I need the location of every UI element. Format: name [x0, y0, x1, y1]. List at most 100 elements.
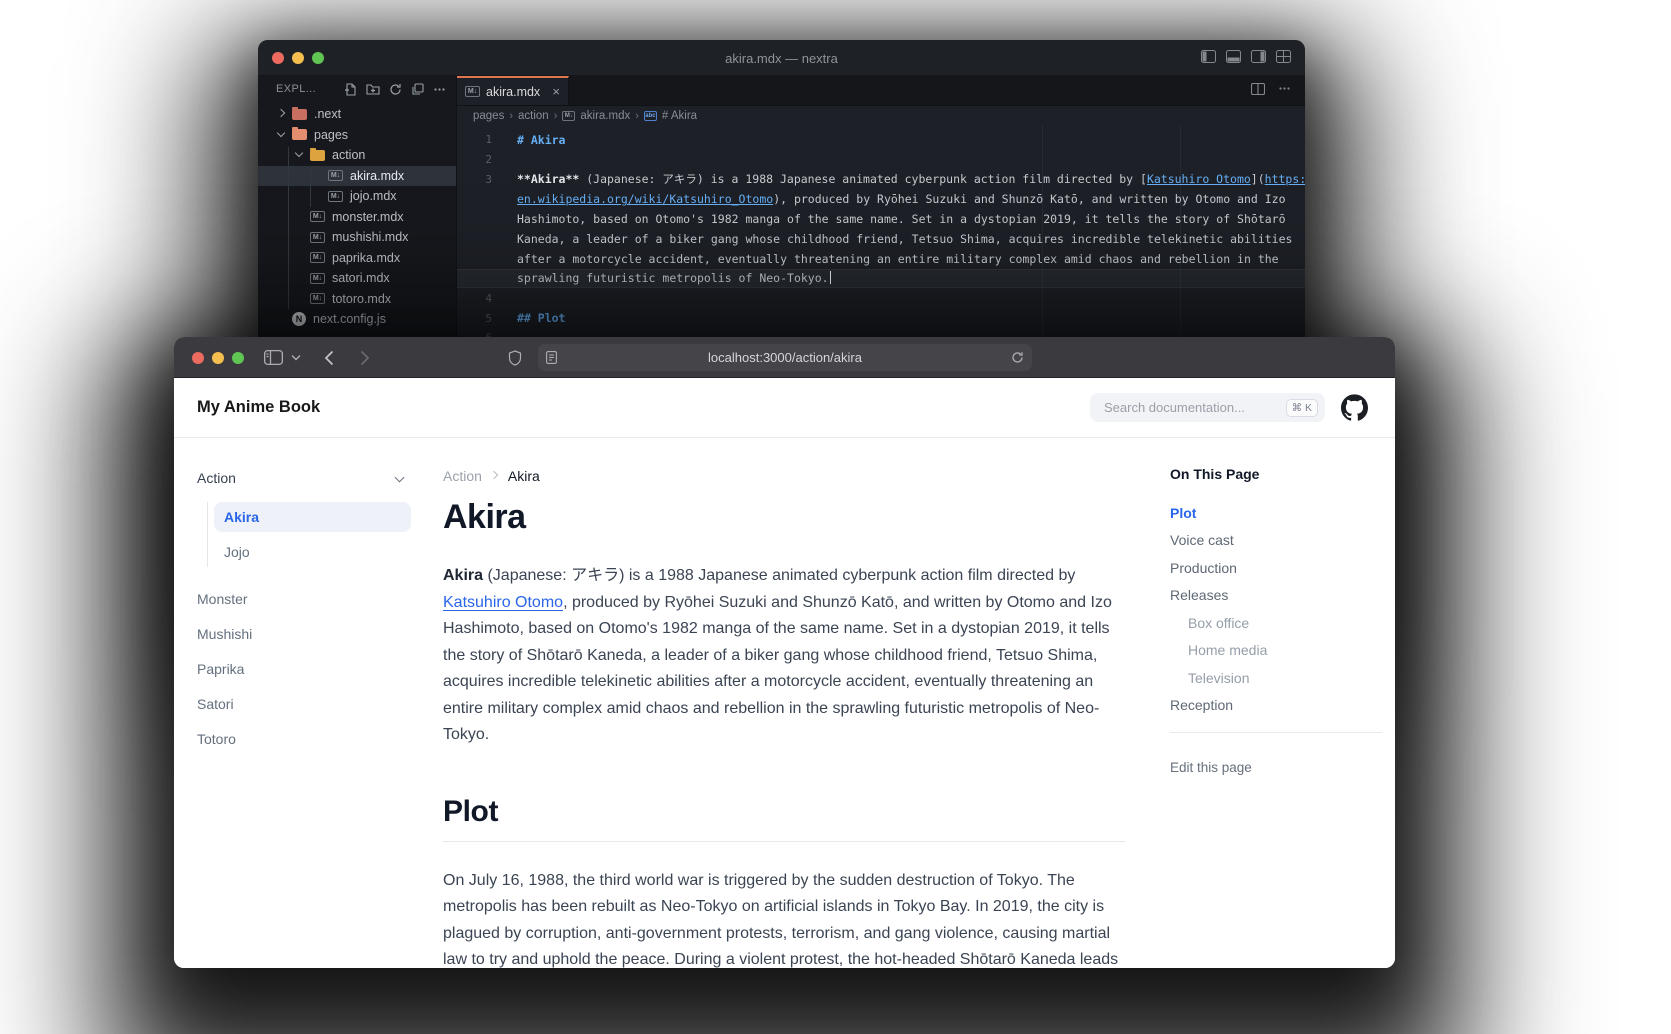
close-tab-icon[interactable]: ×: [552, 85, 560, 98]
sidebar-item-mushishi[interactable]: Mushishi: [197, 616, 411, 651]
search-input[interactable]: [1102, 399, 1286, 416]
toc-item-releases[interactable]: Releases: [1170, 582, 1382, 610]
toc-item-production[interactable]: Production: [1170, 554, 1382, 582]
new-folder-icon[interactable]: [357, 83, 380, 95]
breadcrumb-item-pages[interactable]: pages: [473, 110, 504, 122]
toc-item-box-office[interactable]: Box office: [1170, 609, 1382, 637]
text-cursor: [830, 271, 832, 284]
toc-item-reception[interactable]: Reception: [1170, 692, 1382, 720]
code-line: 5## Plot: [457, 308, 1305, 328]
customize-layout-icon[interactable]: [1276, 50, 1291, 63]
code-segment[interactable]: en.wikipedia.org/wiki/Katsuhiro_Otomo: [517, 192, 773, 206]
chevron-right-icon: [491, 472, 499, 480]
code-text: after a motorcycle accident, eventually …: [517, 252, 1279, 266]
toc-list: PlotVoice castProductionReleasesBox offi…: [1170, 499, 1382, 719]
code-line: sprawling futuristic metropolis of Neo-T…: [457, 269, 1305, 289]
toc-item-television[interactable]: Television: [1170, 664, 1382, 692]
tree-item-pages[interactable]: pages: [258, 125, 456, 146]
code-line: 2: [457, 150, 1305, 170]
toggle-secondary-sidebar-icon[interactable]: [1251, 50, 1266, 63]
browser-toolbar: localhost:3000/action/akira: [174, 337, 1395, 378]
indent-guide: [288, 147, 289, 309]
back-button-icon[interactable]: [324, 337, 334, 378]
toc-item-voice-cast[interactable]: Voice cast: [1170, 527, 1382, 555]
folder-action-icon: [310, 150, 325, 161]
sidebar-item-paprika[interactable]: Paprika: [197, 651, 411, 686]
tree-item-label: jojo.mdx: [350, 189, 397, 203]
code-segment: (Japanese: アキラ) is a 1988 Japanese anima…: [579, 172, 1147, 186]
tree-item-label: .next: [314, 107, 341, 121]
tab-label: akira.mdx: [486, 85, 540, 99]
toc-item-plot[interactable]: Plot: [1170, 499, 1382, 527]
editor-more-actions-icon[interactable]: [1278, 82, 1291, 100]
line-number: 3: [457, 173, 517, 186]
code-text: # Akira: [517, 133, 565, 147]
breadcrumb-parent[interactable]: Action: [443, 468, 482, 484]
code-line: Kaneda, a leader of a biker gang whose c…: [457, 229, 1305, 249]
folder-pages-icon: [292, 129, 307, 140]
github-icon[interactable]: [1341, 394, 1368, 421]
code-editor[interactable]: 1# Akira23**Akira** (Japanese: アキラ) is a…: [457, 125, 1305, 348]
code-line: Hashimoto, based on Otomo's 1982 manga o…: [457, 209, 1305, 229]
sidebar-toggle-icon[interactable]: [264, 337, 283, 378]
split-editor-icon[interactable]: [1251, 82, 1265, 100]
text-segment: Akira: [443, 567, 483, 584]
code-lines: 1# Akira23**Akira** (Japanese: アキラ) is a…: [457, 130, 1305, 348]
sidebar-item-totoro[interactable]: Totoro: [197, 721, 411, 756]
tree-item-next[interactable]: .next: [258, 104, 456, 125]
safari-window: localhost:3000/action/akira My Anime Boo…: [174, 337, 1395, 968]
breadcrumb-item-akira-mdx[interactable]: akira.mdx: [580, 110, 630, 122]
address-bar[interactable]: localhost:3000/action/akira: [538, 344, 1032, 371]
mdx-icon: M↓: [310, 211, 325, 222]
intro-paragraph: Akira (Japanese: アキラ) is a 1988 Japanese…: [443, 563, 1125, 749]
reload-icon[interactable]: [1011, 351, 1024, 364]
zoom-window-button[interactable]: [232, 352, 244, 364]
breadcrumb-item-action[interactable]: action: [518, 110, 549, 122]
sidebar-chevron-icon[interactable]: [291, 337, 301, 378]
close-window-button[interactable]: [192, 352, 204, 364]
code-text: Hashimoto, based on Otomo's 1982 manga o…: [517, 212, 1286, 226]
edit-this-page-link[interactable]: Edit this page: [1170, 760, 1382, 775]
explorer-title: EXPL...: [276, 83, 316, 95]
collapse-folders-icon[interactable]: [402, 83, 424, 96]
toc-item-home-media[interactable]: Home media: [1170, 637, 1382, 665]
url-text: localhost:3000/action/akira: [538, 350, 1032, 365]
sidebar-category-action[interactable]: Action: [197, 464, 411, 492]
breadcrumb[interactable]: pages›action›M↓akira.mdx›abc# Akira: [457, 106, 1305, 125]
search-box[interactable]: ⌘ K: [1090, 393, 1325, 422]
vscode-titlebar[interactable]: akira.mdx — nextra: [258, 40, 1305, 76]
privacy-shield-icon[interactable]: [508, 337, 522, 378]
code-segment[interactable]: https://: [1265, 172, 1305, 186]
code-segment: **Akira**: [517, 172, 579, 186]
tab-akira-mdx[interactable]: M↓ akira.mdx ×: [457, 76, 569, 105]
tree-item-next-config-js[interactable]: Nnext.config.js: [258, 309, 456, 330]
doc-content: Action Akira Akira Akira (Japanese: アキラ)…: [443, 438, 1125, 968]
breadcrumb-item-akira[interactable]: # Akira: [662, 110, 697, 122]
site-logo[interactable]: My Anime Book: [197, 398, 320, 417]
chevron-down-icon: [395, 473, 405, 483]
toggle-panel-icon[interactable]: [1226, 50, 1241, 63]
line-number: 5: [457, 312, 517, 325]
katsuhiro-otomo-link[interactable]: Katsuhiro Otomo: [443, 594, 563, 611]
window-title: akira.mdx — nextra: [258, 40, 1305, 76]
sidebar-item-jojo[interactable]: Jojo: [214, 537, 411, 567]
mdx-icon: M↓: [310, 273, 325, 284]
refresh-explorer-icon[interactable]: [380, 83, 402, 96]
more-actions-icon[interactable]: [424, 83, 446, 96]
symbol-header-icon: abc: [644, 111, 657, 121]
code-segment: after a motorcycle accident, eventually …: [517, 252, 1279, 266]
tree-item-label: next.config.js: [313, 312, 386, 326]
code-segment[interactable]: Katsuhiro Otomo: [1147, 172, 1251, 186]
tree-item-label: satori.mdx: [332, 271, 390, 285]
forward-button-icon[interactable]: [360, 337, 370, 378]
toggle-primary-sidebar-icon[interactable]: [1201, 50, 1216, 63]
minimize-window-button[interactable]: [212, 352, 224, 364]
folder-next-icon: [292, 109, 307, 120]
sidebar-item-akira[interactable]: Akira: [214, 502, 411, 532]
breadcrumb-separator: ›: [509, 110, 513, 122]
sidebar-root-items: MonsterMushishiPaprikaSatoriTotoro: [197, 581, 411, 756]
text-segment: , produced by Ryōhei Suzuki and Shunzō K…: [443, 594, 1112, 744]
new-file-icon[interactable]: [335, 83, 357, 96]
sidebar-item-monster[interactable]: Monster: [197, 581, 411, 616]
sidebar-item-satori[interactable]: Satori: [197, 686, 411, 721]
